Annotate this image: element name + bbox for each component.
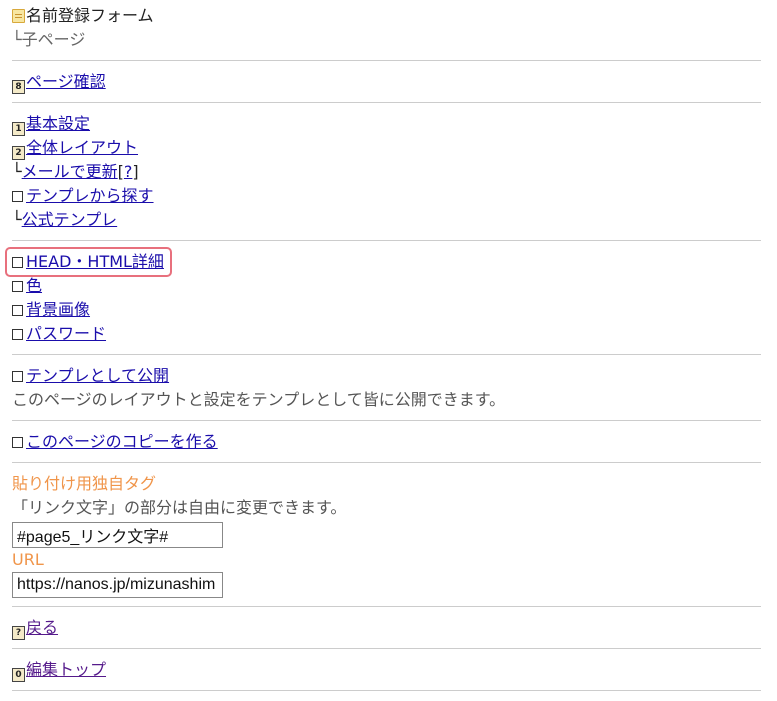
key-0-icon: 0 bbox=[12, 668, 25, 682]
color-row: 色 bbox=[12, 274, 761, 298]
publish-description: このページのレイアウトと設定をテンプレとして皆に公開できます。 bbox=[12, 390, 506, 409]
tree-branch: └ bbox=[12, 162, 22, 181]
template-search-row: テンプレから探す bbox=[12, 184, 761, 208]
divider bbox=[12, 60, 761, 61]
tree-branch: └ bbox=[12, 210, 22, 229]
key-8-icon: 8 bbox=[12, 80, 25, 94]
custom-tag-heading: 貼り付け用独自タグ bbox=[12, 474, 157, 493]
layout-row: 2 全体レイアウト bbox=[12, 136, 761, 160]
edit-top-row: 0 編集トップ bbox=[12, 658, 761, 682]
divider bbox=[12, 648, 761, 649]
key-question-icon: ? bbox=[12, 626, 25, 640]
confirm-row: 8 ページ確認 bbox=[12, 70, 761, 94]
copy-page-row: このページのコピーを作る bbox=[12, 430, 761, 454]
divider bbox=[12, 690, 761, 691]
official-template-row: └公式テンプレ bbox=[12, 208, 761, 232]
page-confirm-link[interactable]: ページ確認 bbox=[26, 72, 106, 91]
divider bbox=[12, 354, 761, 355]
divider bbox=[12, 240, 761, 241]
basic-settings-link[interactable]: 基本設定 bbox=[26, 114, 90, 133]
square-icon bbox=[12, 281, 23, 292]
divider bbox=[12, 420, 761, 421]
edit-top-link[interactable]: 編集トップ bbox=[26, 660, 106, 679]
custom-tag-description: 「リンク文字」の部分は自由に変更できます。 bbox=[12, 498, 347, 517]
square-icon bbox=[12, 437, 23, 448]
publish-template-row: テンプレとして公開 bbox=[12, 364, 761, 388]
mail-update-link[interactable]: メールで更新 bbox=[22, 162, 118, 181]
square-icon bbox=[12, 257, 23, 268]
color-link[interactable]: 色 bbox=[26, 276, 42, 295]
square-icon bbox=[12, 371, 23, 382]
password-row: パスワード bbox=[12, 322, 761, 346]
overall-layout-link[interactable]: 全体レイアウト bbox=[26, 138, 138, 157]
square-icon bbox=[12, 191, 23, 202]
head-html-row: HEAD・HTML詳細 bbox=[5, 247, 761, 277]
back-link[interactable]: 戻る bbox=[26, 618, 58, 637]
page-title: 名前登録フォーム bbox=[26, 6, 154, 25]
head-html-detail-link[interactable]: HEAD・HTML詳細 bbox=[26, 252, 164, 271]
square-icon bbox=[12, 305, 23, 316]
key-1-icon: 1 bbox=[12, 122, 25, 136]
page: 名前登録フォーム └子ページ 8 ページ確認 1 基本設定 2 全体レイアウト └メー… bbox=[0, 0, 773, 691]
background-image-link[interactable]: 背景画像 bbox=[26, 300, 90, 319]
highlight-box: HEAD・HTML詳細 bbox=[5, 247, 172, 277]
custom-tag-field[interactable] bbox=[12, 522, 223, 548]
divider bbox=[12, 462, 761, 463]
divider bbox=[12, 102, 761, 103]
page-title-row: 名前登録フォーム bbox=[12, 4, 761, 28]
divider bbox=[12, 606, 761, 607]
basic-settings-row: 1 基本設定 bbox=[12, 112, 761, 136]
template-search-link[interactable]: テンプレから探す bbox=[26, 186, 154, 205]
url-label: URL bbox=[12, 550, 44, 569]
help-bracket-close: ] bbox=[132, 162, 139, 181]
publish-template-link[interactable]: テンプレとして公開 bbox=[26, 366, 169, 385]
background-row: 背景画像 bbox=[12, 298, 761, 322]
official-template-link[interactable]: 公式テンプレ bbox=[22, 210, 118, 229]
child-page-label: └子ページ bbox=[12, 30, 86, 49]
password-link[interactable]: パスワード bbox=[26, 324, 106, 343]
square-icon bbox=[12, 329, 23, 340]
page-icon bbox=[12, 9, 25, 23]
mail-update-row: └メールで更新[?] bbox=[12, 160, 761, 184]
key-2-icon: 2 bbox=[12, 146, 25, 160]
url-field[interactable] bbox=[12, 572, 223, 598]
back-row: ? 戻る bbox=[12, 616, 761, 640]
copy-page-link[interactable]: このページのコピーを作る bbox=[26, 432, 218, 451]
